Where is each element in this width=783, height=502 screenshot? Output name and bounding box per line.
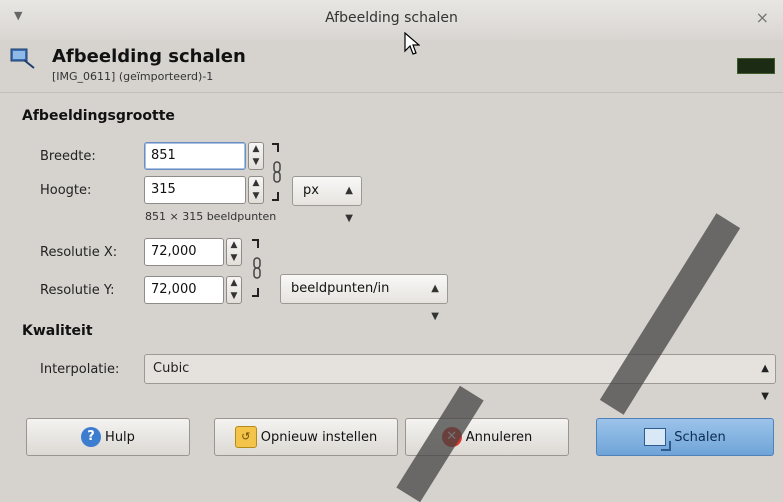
chain-link-icon[interactable] <box>270 142 282 204</box>
width-label: Breedte: <box>40 149 96 164</box>
res-y-spinner[interactable]: ▲ ▼ <box>226 276 242 304</box>
watermark-stroke <box>599 213 741 415</box>
height-spinner[interactable]: ▲ ▼ <box>248 176 264 204</box>
select-arrows-icon: ▲ ▼ <box>431 283 439 322</box>
scale-button[interactable]: Schalen <box>596 418 774 456</box>
scale-icon <box>644 428 672 451</box>
image-thumbnail <box>737 58 775 74</box>
help-label: Hulp <box>105 429 135 445</box>
window-title: Afbeelding schalen <box>325 10 458 26</box>
image-scale-icon <box>10 48 35 69</box>
image-name: [IMG_0611] (geïmporteerd)-1 <box>52 70 214 83</box>
section-quality: Kwaliteit <box>22 323 93 339</box>
close-icon[interactable]: × <box>756 8 769 27</box>
resolution-unit-select[interactable]: beeldpunten/in ▲ ▼ <box>280 274 448 322</box>
height-label: Hoogte: <box>40 183 92 198</box>
reset-label: Opnieuw instellen <box>260 429 378 445</box>
mouse-cursor-icon <box>404 32 420 55</box>
scale-label: Schalen <box>674 429 726 445</box>
section-image-size: Afbeeldingsgrootte <box>22 108 175 124</box>
res-x-input[interactable]: 72,000 <box>144 238 224 266</box>
select-arrows-icon: ▲ ▼ <box>345 185 353 224</box>
dialog-title: Afbeelding schalen <box>52 46 246 67</box>
reset-button[interactable]: ↺ Opnieuw instellen <box>214 418 398 456</box>
reset-icon: ↺ <box>234 426 257 448</box>
res-x-label: Resolutie X: <box>40 245 118 260</box>
select-arrows-icon: ▲ ▼ <box>761 363 769 402</box>
res-x-spinner[interactable]: ▲ ▼ <box>226 238 242 266</box>
cancel-label: Annuleren <box>465 429 533 445</box>
height-input[interactable]: 315 <box>144 176 246 204</box>
resolution-unit-value: beeldpunten/in <box>291 281 390 296</box>
width-input[interactable]: 851 <box>144 142 246 170</box>
help-button[interactable]: ? Hulp <box>26 418 190 456</box>
res-y-input[interactable]: 72,000 <box>144 276 224 304</box>
width-spinner[interactable]: ▲ ▼ <box>248 142 264 170</box>
interpolation-label: Interpolatie: <box>40 362 120 377</box>
dialog-header: Afbeelding schalen [IMG_0611] (geïmporte… <box>0 40 783 93</box>
unit-value: px <box>303 183 319 198</box>
dimensions-text: 851 × 315 beeldpunten <box>145 210 277 223</box>
interpolation-value: Cubic <box>153 361 190 376</box>
help-icon: ? <box>81 427 102 447</box>
title-bar: ▼ Afbeelding schalen × <box>0 0 783 41</box>
unit-select[interactable]: px ▲ ▼ <box>292 176 362 224</box>
resolution-chain-icon[interactable] <box>250 238 262 300</box>
res-y-label: Resolutie Y: <box>40 283 115 298</box>
interpolation-select[interactable]: Cubic ▲ ▼ <box>144 354 776 402</box>
